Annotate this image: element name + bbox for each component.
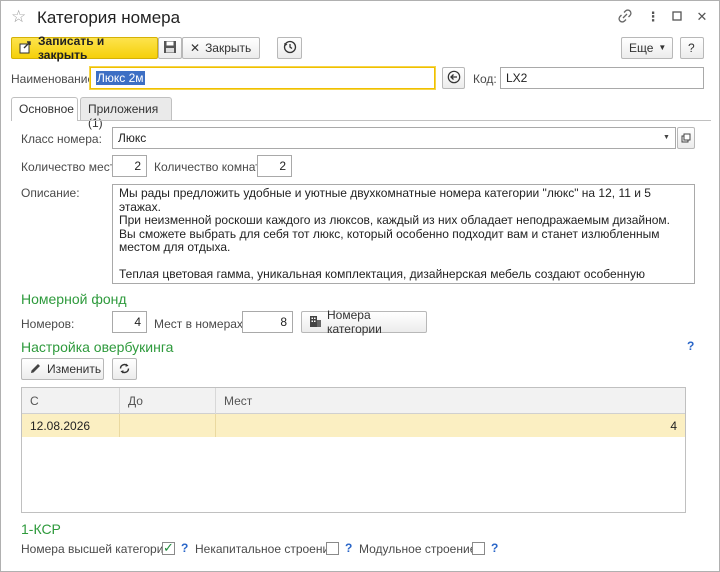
more-button[interactable]: Еще ▼ xyxy=(621,37,673,59)
link-icon[interactable] xyxy=(617,9,633,26)
history-icon xyxy=(283,40,297,56)
ksr-title: 1-КСР xyxy=(21,521,61,537)
table-row[interactable]: 12.08.2026 4 xyxy=(22,414,685,437)
name-field[interactable]: Люкс 2м xyxy=(90,67,435,89)
description-label: Описание: xyxy=(21,186,80,200)
save-close-icon xyxy=(19,40,33,56)
window-title: Категория номера xyxy=(37,8,181,27)
modular-checkbox[interactable] xyxy=(472,542,485,555)
check-icon: ✓ xyxy=(163,540,174,555)
overbooking-title: Настройка овербукинга xyxy=(21,339,174,355)
higher-category-label: Номера высшей категории: xyxy=(21,542,174,556)
column-header-from[interactable]: С xyxy=(22,388,120,414)
non-capital-label: Некапитальное строение: xyxy=(195,542,340,556)
edit-label: Изменить xyxy=(47,362,102,376)
non-capital-help[interactable]: ? xyxy=(345,541,352,555)
more-label: Еще xyxy=(629,41,654,55)
refresh-button[interactable] xyxy=(112,358,137,380)
class-label: Класс номера: xyxy=(21,132,102,146)
history-button[interactable] xyxy=(277,37,302,59)
tab-attachments[interactable]: Приложения (1) xyxy=(80,97,172,130)
description-textarea[interactable]: Мы рады предложить удобные и уютные двух… xyxy=(112,184,695,284)
tab-main[interactable]: Основное xyxy=(11,97,78,121)
help-button[interactable]: ? xyxy=(680,37,704,59)
room-fund-rooms-field[interactable]: 4 xyxy=(112,311,147,333)
higher-category-checkbox[interactable]: ✓ xyxy=(162,540,175,555)
column-header-places[interactable]: Мест xyxy=(216,388,685,414)
save-button[interactable] xyxy=(158,37,182,59)
room-categories-button[interactable]: Номера категории xyxy=(301,308,427,336)
pencil-icon xyxy=(29,362,42,377)
name-label: Наименование: xyxy=(11,72,98,86)
open-form-icon xyxy=(681,132,691,145)
star-icon[interactable]: ☆ xyxy=(11,7,26,27)
close-label: Закрыть xyxy=(205,41,252,55)
rooms-count-label: Количество комнат: xyxy=(154,160,264,174)
close-x-icon: ✕ xyxy=(190,41,201,55)
category-window: ☆ Категория номера ⋮ ✕ Записать и закрыт… xyxy=(0,0,720,572)
arrow-left-icon xyxy=(447,70,461,86)
back-button[interactable] xyxy=(442,67,465,89)
more-icon[interactable]: ⋮ xyxy=(645,9,661,25)
close-button[interactable]: ✕ Закрыть xyxy=(182,37,260,59)
edit-button[interactable]: Изменить xyxy=(21,358,104,380)
refresh-icon xyxy=(118,362,131,377)
dropdown-arrow-icon: ▼ xyxy=(658,43,667,52)
name-value: Люкс 2м xyxy=(96,71,145,85)
places-field[interactable]: 2 xyxy=(112,155,147,177)
class-field[interactable]: Люкс xyxy=(112,127,676,149)
building-icon xyxy=(309,315,322,330)
table-header: С До Мест xyxy=(22,388,685,414)
room-fund-rooms-label: Номеров: xyxy=(21,317,75,331)
open-class-button[interactable] xyxy=(677,127,695,149)
room-categories-label: Номера категории xyxy=(327,308,382,336)
rooms-count-field[interactable]: 2 xyxy=(257,155,292,177)
title-bar: ☆ Категория номера ⋮ ✕ xyxy=(1,1,719,35)
cell-places: 4 xyxy=(670,419,677,433)
room-fund-places-field[interactable]: 8 xyxy=(242,311,293,333)
overbooking-table: С До Мест 12.08.2026 4 xyxy=(21,387,686,513)
code-field[interactable]: LX2 xyxy=(500,67,704,89)
modular-help[interactable]: ? xyxy=(491,541,498,555)
places-label: Количество мест: xyxy=(21,160,119,174)
dropdown-arrow-icon[interactable]: ▼ xyxy=(658,128,675,148)
column-header-to[interactable]: До xyxy=(120,388,216,414)
room-fund-places-label: Мест в номерах: xyxy=(154,317,247,331)
save-and-close-button[interactable]: Записать и закрыть xyxy=(11,34,158,62)
overbooking-help[interactable]: ? xyxy=(687,339,694,353)
non-capital-checkbox[interactable] xyxy=(326,542,339,555)
cell-from: 12.08.2026 xyxy=(22,414,120,437)
close-icon[interactable]: ✕ xyxy=(694,9,710,25)
code-label: Код: xyxy=(473,72,497,86)
maximize-icon[interactable] xyxy=(669,9,685,24)
help-label: ? xyxy=(688,41,695,55)
room-fund-title: Номерной фонд xyxy=(21,291,127,307)
higher-category-help[interactable]: ? xyxy=(181,541,188,555)
cell-to xyxy=(120,414,216,437)
floppy-icon xyxy=(163,40,177,56)
modular-label: Модульное строение: xyxy=(359,542,480,556)
save-and-close-label: Записать и закрыть xyxy=(38,34,105,62)
